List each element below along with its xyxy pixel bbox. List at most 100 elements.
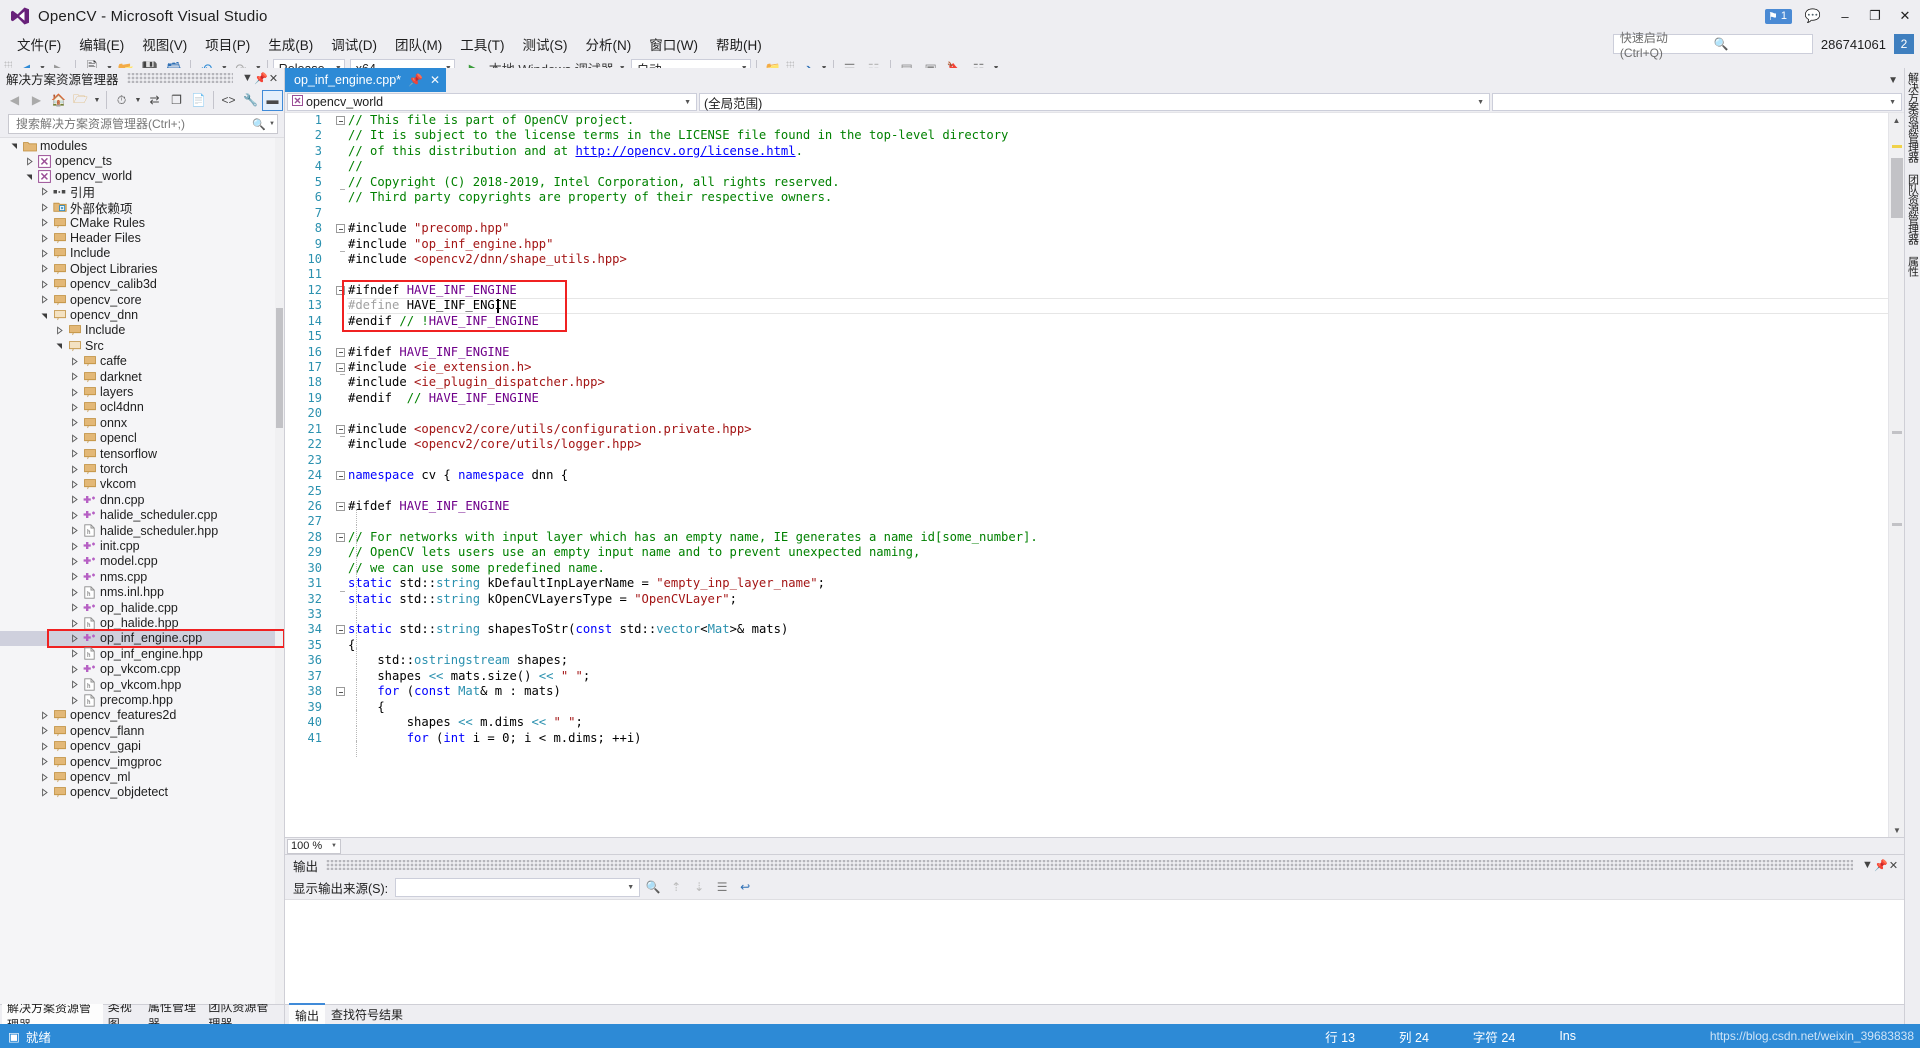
- tree-item-op_vkcom.hpp[interactable]: h op_vkcom.hpp: [0, 677, 275, 692]
- find-message-icon[interactable]: 🔍: [643, 877, 663, 897]
- properties-icon[interactable]: 🔧: [240, 90, 261, 111]
- code-line[interactable]: 26 #ifdef HAVE_INF_ENGINE: [285, 499, 1888, 525]
- output-text-area[interactable]: [285, 899, 1904, 1004]
- tree-item-op_halide.hpp[interactable]: h op_halide.hpp: [0, 615, 275, 630]
- tree-item-op_inf_engine.hpp[interactable]: h op_inf_engine.hpp: [0, 646, 275, 661]
- chevron-down-icon[interactable]: ▼: [681, 99, 694, 106]
- close-button[interactable]: ✕: [1890, 0, 1920, 32]
- code-line[interactable]: 8 #include "precomp.hpp": [285, 221, 1888, 236]
- tree-item-init.cpp[interactable]: init.cpp: [0, 538, 275, 553]
- pending-changes-icon[interactable]: ⏱: [111, 90, 132, 111]
- tree-item-modules[interactable]: modules: [0, 138, 275, 153]
- code-line[interactable]: 23: [285, 453, 1888, 468]
- maximize-button[interactable]: ❐: [1860, 0, 1890, 32]
- tree-item-nms.cpp[interactable]: nms.cpp: [0, 569, 275, 584]
- menu-edit[interactable]: 编辑(E): [70, 32, 133, 56]
- expander-closed-icon[interactable]: [68, 618, 81, 628]
- expander-closed-icon[interactable]: [38, 280, 51, 289]
- expander-closed-icon[interactable]: [68, 572, 81, 581]
- code-line[interactable]: 20: [285, 406, 1888, 421]
- tree-item-halide_scheduler.hpp[interactable]: h halide_scheduler.hpp: [0, 523, 275, 538]
- code-line[interactable]: 40 shapes << m.dims << " ";: [285, 715, 1888, 742]
- project-scope-combo[interactable]: opencv_world ▼: [287, 93, 697, 111]
- collapse-minus-icon[interactable]: [336, 501, 345, 511]
- tree-item-opencv_imgproc[interactable]: opencv_imgproc: [0, 754, 275, 769]
- collapse-minus-icon[interactable]: [336, 224, 345, 234]
- tree-item-op_inf_engine.cpp[interactable]: op_inf_engine.cpp: [0, 630, 275, 647]
- minimize-button[interactable]: –: [1830, 0, 1860, 32]
- chevron-down-icon[interactable]: ▼: [1886, 99, 1899, 106]
- tree-item-include[interactable]: Include: [0, 323, 275, 338]
- pin-icon[interactable]: 📌: [254, 72, 268, 85]
- expander-closed-icon[interactable]: [68, 387, 81, 397]
- expander-closed-icon[interactable]: [38, 742, 51, 751]
- tree-item-opencv_ml[interactable]: opencv_ml: [0, 769, 275, 784]
- code-line[interactable]: 27: [285, 514, 1888, 541]
- tree-item-precomp.hpp[interactable]: h precomp.hpp: [0, 692, 275, 707]
- expander-closed-icon[interactable]: [68, 680, 81, 689]
- rail-properties[interactable]: 属性: [1907, 256, 1919, 276]
- navigate-back-icon[interactable]: ◀: [4, 90, 25, 111]
- code-text-area[interactable]: 1 // This file is part of OpenCV project.…: [285, 113, 1888, 837]
- scroll-down-icon[interactable]: ▼: [1889, 823, 1904, 837]
- code-line[interactable]: 17 #include <ie_extension.h>: [285, 360, 1888, 375]
- code-line[interactable]: 9 #include "op_inf_engine.hpp": [285, 237, 1888, 252]
- tree-item-opencl[interactable]: opencl: [0, 431, 275, 446]
- menu-view[interactable]: 视图(V): [133, 32, 196, 56]
- search-input[interactable]: [14, 116, 253, 132]
- tree-item-opencv_objdetect[interactable]: opencv_objdetect: [0, 785, 275, 800]
- code-line[interactable]: 32 static std::string kOpenCVLayersType =…: [285, 590, 1888, 618]
- show-all-files-icon[interactable]: ▬: [262, 89, 283, 111]
- tree-item-[interactable]: 引用: [0, 184, 275, 200]
- tree-item-caffe[interactable]: caffe: [0, 354, 275, 369]
- chevron-down-icon[interactable]: ▼: [241, 72, 254, 84]
- collapse-minus-icon[interactable]: [336, 363, 345, 372]
- menu-tools[interactable]: 工具(T): [451, 32, 513, 56]
- code-line[interactable]: 30 // we can use some predefined name.: [285, 561, 1888, 587]
- expander-closed-icon[interactable]: [68, 418, 81, 427]
- tree-item-opencv_ts[interactable]: opencv_ts: [0, 153, 275, 168]
- tree-item-op_vkcom.cpp[interactable]: op_vkcom.cpp: [0, 662, 275, 677]
- tree-item-dnn.cpp[interactable]: dnn.cpp: [0, 492, 275, 507]
- code-line[interactable]: 28 // For networks with input layer which…: [285, 530, 1888, 556]
- navigate-forward-icon[interactable]: ▶: [26, 90, 47, 111]
- expander-closed-icon[interactable]: [38, 233, 51, 243]
- code-line[interactable]: 1 // This file is part of OpenCV project.: [285, 113, 1888, 128]
- expander-closed-icon[interactable]: [68, 526, 81, 535]
- search-icon[interactable]: 🔍: [1714, 37, 1808, 51]
- tree-item-onnx[interactable]: onnx: [0, 415, 275, 430]
- avatar[interactable]: 2: [1894, 34, 1914, 54]
- expander-closed-icon[interactable]: [53, 326, 66, 335]
- collapse-minus-icon[interactable]: [336, 424, 345, 434]
- expander-open-icon[interactable]: [8, 141, 21, 150]
- pin-icon[interactable]: 📌: [1874, 859, 1888, 872]
- code-line[interactable]: 2 // It is subject to the license terms i…: [285, 128, 1888, 143]
- code-line[interactable]: 33: [285, 607, 1888, 633]
- tree-item-objectlibraries[interactable]: Object Libraries: [0, 261, 275, 276]
- tree-scroll-thumb[interactable]: [276, 308, 283, 428]
- expander-closed-icon[interactable]: [68, 665, 81, 674]
- code-line[interactable]: 19 #endif // HAVE_INF_ENGINE: [285, 391, 1888, 406]
- code-line[interactable]: 35 {: [285, 638, 1888, 664]
- navigate-previous-icon[interactable]: ⇡: [666, 877, 686, 897]
- code-line[interactable]: 11: [285, 267, 1888, 282]
- navigate-next-icon[interactable]: ⇣: [689, 877, 709, 897]
- expander-closed-icon[interactable]: [38, 187, 51, 196]
- code-line[interactable]: 25: [285, 484, 1888, 499]
- collapse-all-icon[interactable]: ❐: [166, 90, 187, 111]
- expander-closed-icon[interactable]: [68, 557, 81, 566]
- menu-test[interactable]: 测试(S): [514, 32, 577, 56]
- copy-icon[interactable]: 📄: [188, 90, 209, 111]
- collapse-minus-icon[interactable]: [336, 285, 345, 295]
- editor-vertical-scrollbar[interactable]: ▲ ▼: [1888, 113, 1904, 837]
- tree-item-opencv_calib3d[interactable]: opencv_calib3d: [0, 277, 275, 292]
- solution-search-box[interactable]: 🔍 ▼: [8, 114, 278, 134]
- new-folder-icon[interactable]: 🗁: [70, 90, 91, 111]
- collapse-minus-icon[interactable]: [336, 471, 345, 481]
- tree-item-nms.inl.hpp[interactable]: h nms.inl.hpp: [0, 585, 275, 600]
- expander-closed-icon[interactable]: [68, 357, 81, 366]
- tab-find-symbol-results[interactable]: 查找符号结果: [325, 1004, 409, 1025]
- new-folder-chevron-down-icon[interactable]: ▼: [92, 90, 102, 111]
- solution-tree[interactable]: modules opencv_ts opencv_world 引用 外部依赖项 CMake…: [0, 137, 284, 1004]
- feedback-icon[interactable]: 💬: [1796, 0, 1830, 32]
